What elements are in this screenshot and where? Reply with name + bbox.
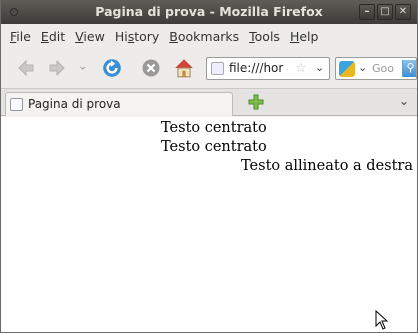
- star-icon[interactable]: ☆: [295, 61, 307, 76]
- menu-file[interactable]: File: [10, 29, 31, 44]
- reload-icon[interactable]: [101, 57, 123, 79]
- navigation-toolbar: file:///hor ☆ ⌄ ⌄ Goo ⚲: [1, 48, 417, 88]
- forward-arrow-icon[interactable]: [48, 59, 66, 77]
- title-bar: Pagina di prova - Mozilla Firefox – □ ✕: [1, 0, 417, 24]
- menu-edit[interactable]: Edit: [41, 29, 65, 44]
- history-dropdown-icon[interactable]: [80, 59, 90, 77]
- url-bar[interactable]: file:///hor ☆ ⌄: [206, 57, 330, 80]
- plus-icon[interactable]: [248, 94, 264, 110]
- right-aligned-text: Testo allineato a destra: [241, 158, 413, 174]
- tab-bar: Pagina di prova ⌄: [1, 88, 417, 116]
- minimize-button[interactable]: –: [359, 4, 375, 20]
- magnifier-icon[interactable]: ⚲: [402, 60, 416, 77]
- close-button[interactable]: ✕: [395, 4, 411, 20]
- firefox-window: Pagina di prova - Mozilla Firefox – □ ✕ …: [0, 0, 418, 333]
- list-all-tabs-icon[interactable]: ⌄: [399, 94, 409, 108]
- search-box[interactable]: ⌄ Goo ⚲: [335, 57, 417, 80]
- site-identity-icon[interactable]: [211, 62, 224, 75]
- home-icon[interactable]: [173, 57, 195, 79]
- search-engine-dropdown-icon[interactable]: ⌄: [358, 61, 367, 74]
- search-engine-icon[interactable]: [339, 61, 355, 77]
- tab-pagina-di-prova[interactable]: Pagina di prova: [5, 92, 233, 116]
- menu-history[interactable]: History: [115, 29, 159, 44]
- tab-label: Pagina di prova: [28, 97, 121, 111]
- mouse-cursor-icon: [375, 310, 389, 330]
- url-dropdown-icon[interactable]: ⌄: [315, 61, 324, 74]
- back-arrow-icon[interactable]: [17, 59, 35, 77]
- search-input[interactable]: Goo: [372, 62, 394, 75]
- url-text[interactable]: file:///hor: [229, 61, 289, 75]
- stop-icon[interactable]: [141, 58, 161, 78]
- centered-text-2: Testo centrato: [161, 139, 267, 155]
- page-favicon-icon: [10, 98, 23, 111]
- maximize-button[interactable]: □: [377, 4, 393, 20]
- menu-view[interactable]: View: [75, 29, 105, 44]
- page-content: Testo centrato Testo centrato Testo alli…: [1, 117, 417, 332]
- menu-help[interactable]: Help: [290, 29, 319, 44]
- window-title: Pagina di prova - Mozilla Firefox: [95, 4, 323, 19]
- menu-bar: File Edit View History Bookmarks Tools H…: [1, 24, 417, 48]
- window-controls: – □ ✕: [359, 4, 411, 20]
- menu-bookmarks[interactable]: Bookmarks: [169, 29, 239, 44]
- menu-tools[interactable]: Tools: [249, 29, 280, 44]
- centered-text-1: Testo centrato: [161, 120, 267, 136]
